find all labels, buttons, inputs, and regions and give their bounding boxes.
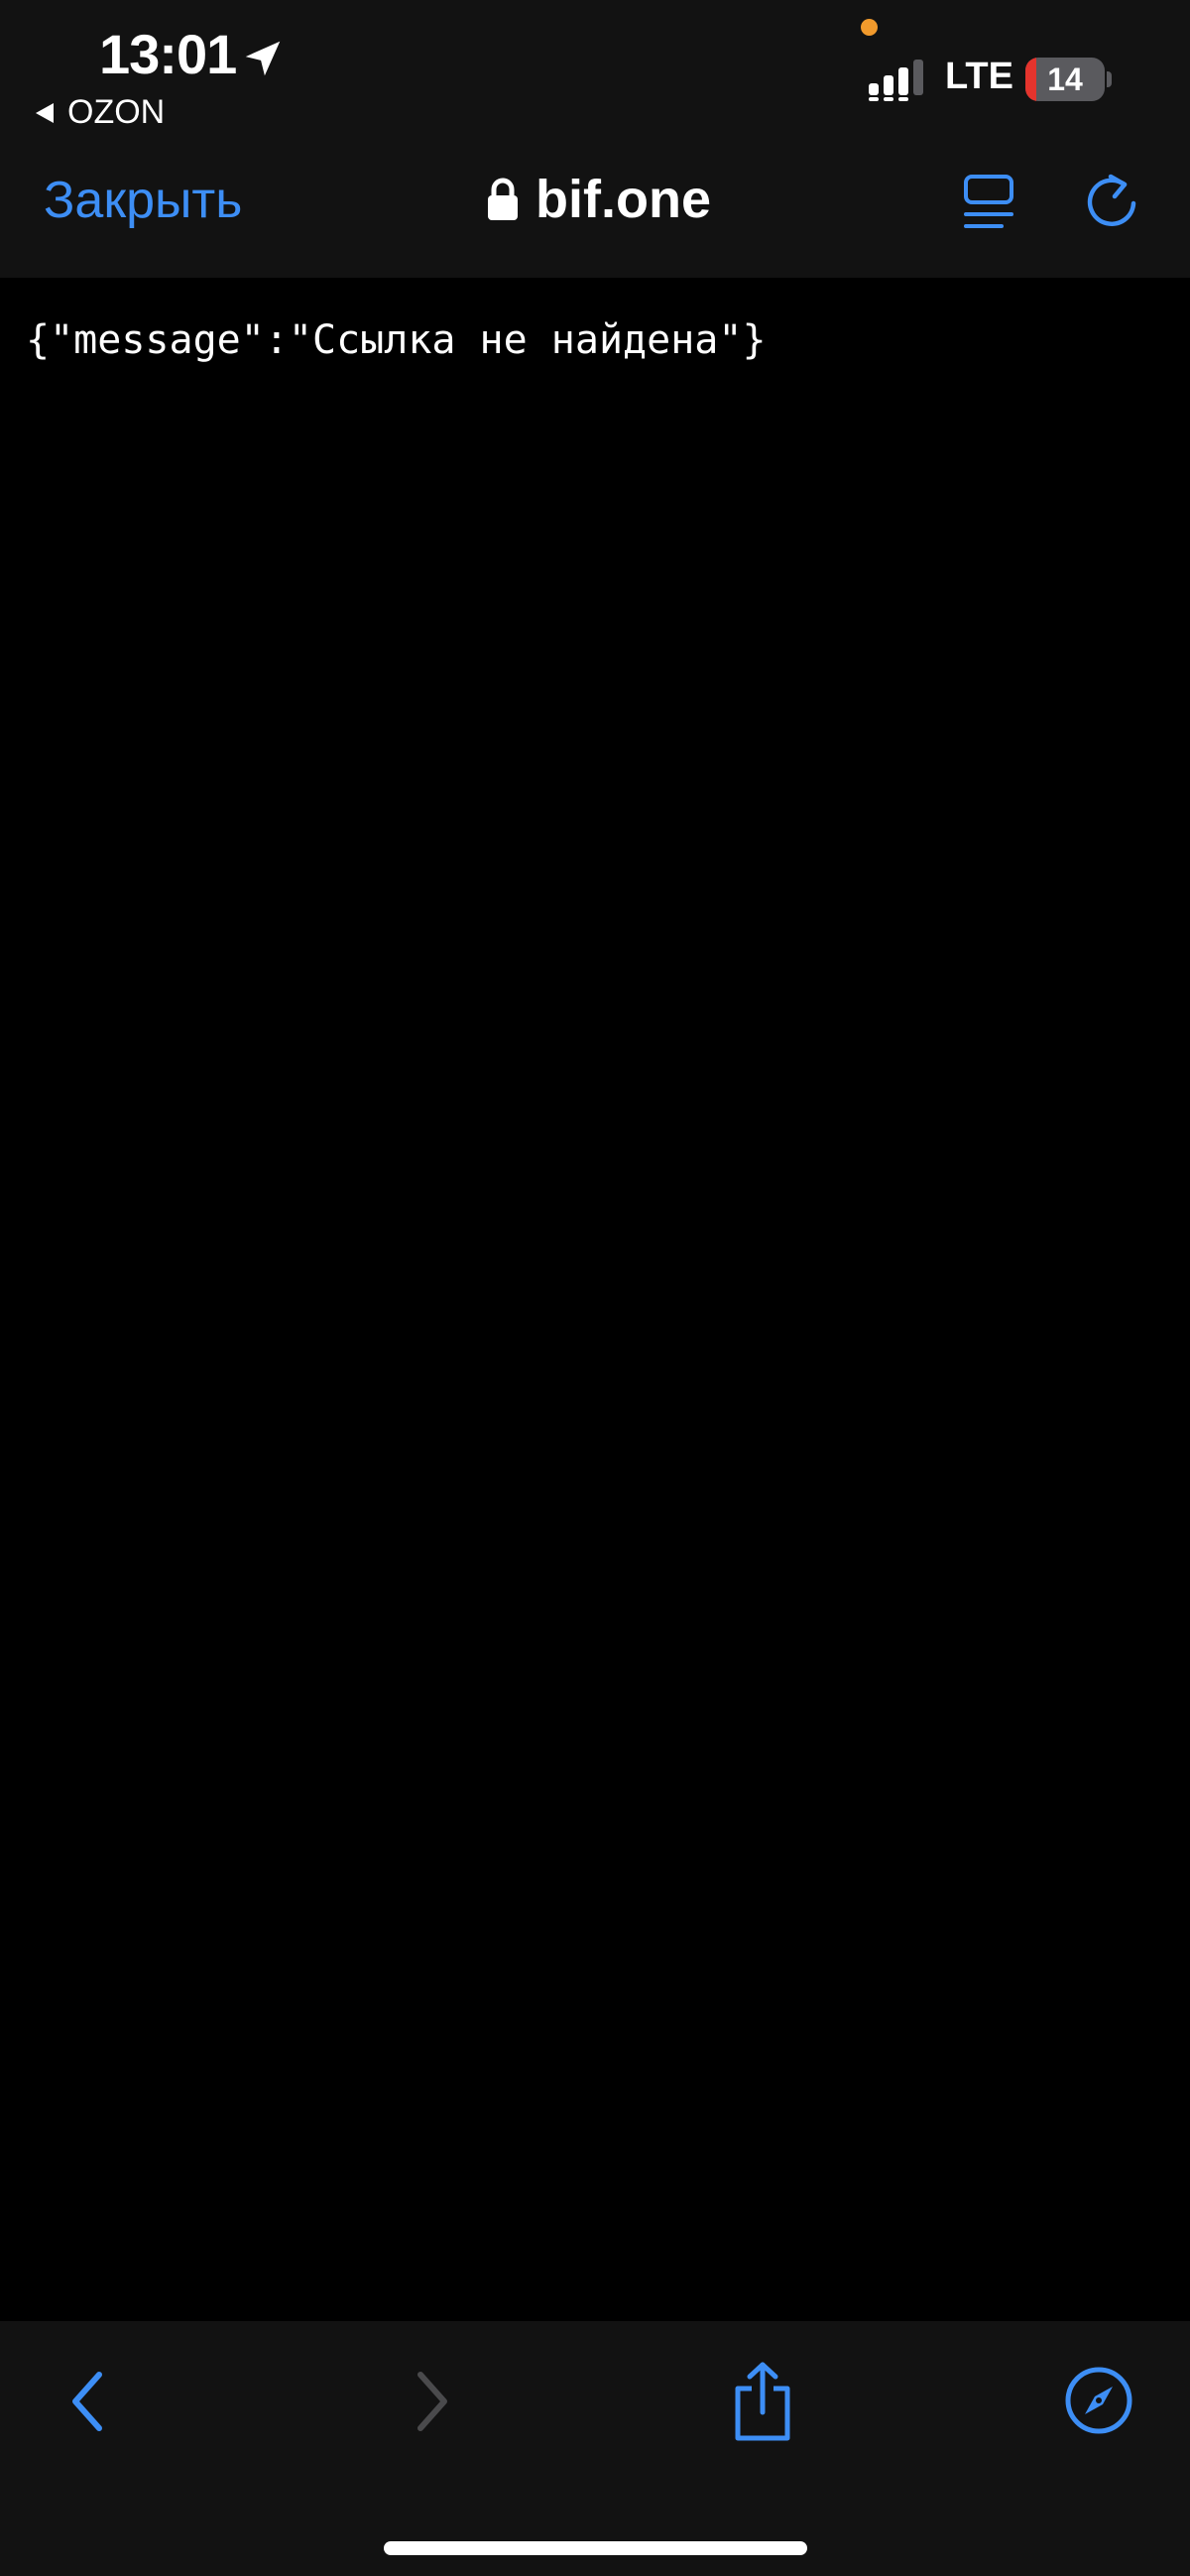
forward-arrow-icon[interactable] xyxy=(407,2367,456,2436)
reader-view-icon[interactable] xyxy=(962,171,1017,232)
url-text: bif.one xyxy=(536,170,711,229)
top-bar: 13:01 OZON LTE 14 Закрыть bif.one xyxy=(0,0,1190,278)
battery-level: 14 xyxy=(1047,61,1083,97)
lock-icon xyxy=(488,178,518,220)
close-button[interactable]: Закрыть xyxy=(44,171,242,230)
battery-icon: 14 xyxy=(1025,58,1105,101)
status-time: 13:01 xyxy=(99,23,237,85)
back-triangle-icon xyxy=(36,102,54,123)
location-arrow-icon xyxy=(245,41,281,76)
back-to-app-button[interactable]: OZON xyxy=(36,93,165,132)
privacy-indicator-dot xyxy=(861,19,878,36)
safari-view-controller: 13:01 OZON LTE 14 Закрыть bif.one {"mess… xyxy=(0,0,1190,2576)
network-type: LTE xyxy=(945,56,1013,97)
address-bar[interactable]: bif.one xyxy=(486,169,711,230)
battery-cap xyxy=(1107,71,1112,87)
share-icon[interactable] xyxy=(728,2361,797,2442)
signal-icon xyxy=(869,60,923,101)
home-indicator[interactable] xyxy=(384,2541,807,2555)
safari-compass-icon[interactable] xyxy=(1063,2365,1134,2436)
bottom-toolbar xyxy=(0,2321,1190,2576)
back-arrow-icon[interactable] xyxy=(63,2367,113,2436)
back-app-label: OZON xyxy=(67,93,166,131)
reload-icon[interactable] xyxy=(1081,169,1142,232)
page-body-text: {"message":"Ссылка не найдена"} xyxy=(26,317,767,363)
web-content: {"message":"Ссылка не найдена"} xyxy=(0,278,1190,2321)
